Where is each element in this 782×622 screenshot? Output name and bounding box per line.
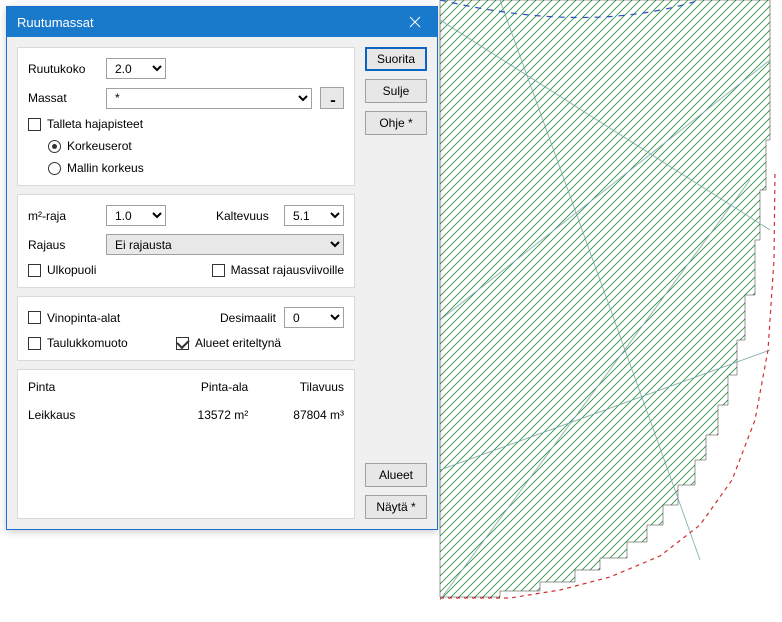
korkeuserot-radio[interactable]: Korkeuserot — [48, 139, 344, 153]
massat-rajausviivoille-label: Massat rajausviivoille — [231, 263, 344, 277]
checkbox-icon — [28, 264, 41, 277]
taulukkomuoto-checkbox[interactable]: Taulukkomuoto — [28, 336, 168, 350]
ruutukoko-select[interactable]: 2.0 — [106, 58, 166, 79]
result-tilavuus: 87804 m³ — [248, 408, 344, 422]
results-row: Leikkaus 13572 m² 87804 m³ — [28, 408, 344, 422]
talleta-hajapisteet-label: Talleta hajapisteet — [47, 117, 143, 131]
korkeuserot-label: Korkeuserot — [67, 139, 132, 153]
sulje-button[interactable]: Sulje — [365, 79, 427, 103]
alueet-button[interactable]: Alueet — [365, 463, 427, 487]
checkbox-icon — [212, 264, 225, 277]
taulukkomuoto-label: Taulukkomuoto — [47, 336, 128, 350]
vinopinta-alat-checkbox[interactable]: Vinopinta-alat — [28, 311, 168, 325]
massat-select[interactable]: * — [106, 88, 312, 109]
alueet-eriteltyna-checkbox[interactable]: Alueet eriteltynä — [176, 336, 281, 350]
massat-browse-button[interactable]: ... — [320, 87, 344, 109]
vinopinta-alat-label: Vinopinta-alat — [47, 311, 120, 325]
checkbox-icon — [28, 337, 41, 350]
radio-icon — [48, 140, 61, 153]
rajaus-label: Rajaus — [28, 238, 98, 252]
results-header-tilavuus: Tilavuus — [248, 380, 344, 394]
panel-general: Ruutukoko 2.0 Massat * ... Talleta hajap… — [17, 47, 355, 186]
mallin-korkeus-radio[interactable]: Mallin korkeus — [48, 161, 344, 175]
rajaus-select[interactable]: Ei rajausta — [106, 234, 344, 255]
titlebar[interactable]: Ruutumassat — [7, 7, 437, 37]
alueet-eriteltyna-label: Alueet eriteltynä — [195, 336, 281, 350]
mallin-korkeus-label: Mallin korkeus — [67, 161, 144, 175]
checkbox-icon — [28, 118, 41, 131]
desimaalit-label: Desimaalit — [176, 311, 276, 325]
result-pinta: Leikkaus — [28, 408, 152, 422]
result-pinta-ala: 13572 m² — [152, 408, 248, 422]
close-button[interactable] — [392, 7, 437, 37]
checkbox-icon — [176, 337, 189, 350]
dialog-title: Ruutumassat — [17, 15, 392, 30]
ulkopuoli-checkbox[interactable]: Ulkopuoli — [28, 263, 96, 277]
ruutumassat-dialog: Ruutumassat Ruutukoko 2.0 Massat * — [6, 6, 438, 530]
desimaalit-select[interactable]: 0 — [284, 307, 344, 328]
kaltevuus-label: Kaltevuus — [216, 209, 276, 223]
talleta-hajapisteet-checkbox[interactable]: Talleta hajapisteet — [28, 117, 344, 131]
nayta-button[interactable]: Näytä * — [365, 495, 427, 519]
panel-output: Vinopinta-alat Desimaalit 0 Taulukkomuot… — [17, 296, 355, 361]
ulkopuoli-label: Ulkopuoli — [47, 263, 96, 277]
panel-rajaus: m²-raja 1.0 Kaltevuus 5.1 Rajaus Ei raja… — [17, 194, 355, 288]
panel-results: Pinta Pinta-ala Tilavuus Leikkaus 13572 … — [17, 369, 355, 519]
suorita-button[interactable]: Suorita — [365, 47, 427, 71]
checkbox-icon — [28, 311, 41, 324]
kaltevuus-select[interactable]: 5.1 — [284, 205, 344, 226]
massat-rajausviivoille-checkbox[interactable]: Massat rajausviivoille — [212, 263, 344, 277]
m2raja-label: m²-raja — [28, 209, 98, 223]
close-icon — [409, 16, 421, 28]
ohje-button[interactable]: Ohje * — [365, 111, 427, 135]
m2raja-select[interactable]: 1.0 — [106, 205, 166, 226]
ruutukoko-label: Ruutukoko — [28, 62, 98, 76]
radio-icon — [48, 162, 61, 175]
results-header-pinta: Pinta — [28, 380, 152, 394]
massat-label: Massat — [28, 91, 98, 105]
results-header-pinta-ala: Pinta-ala — [152, 380, 248, 394]
